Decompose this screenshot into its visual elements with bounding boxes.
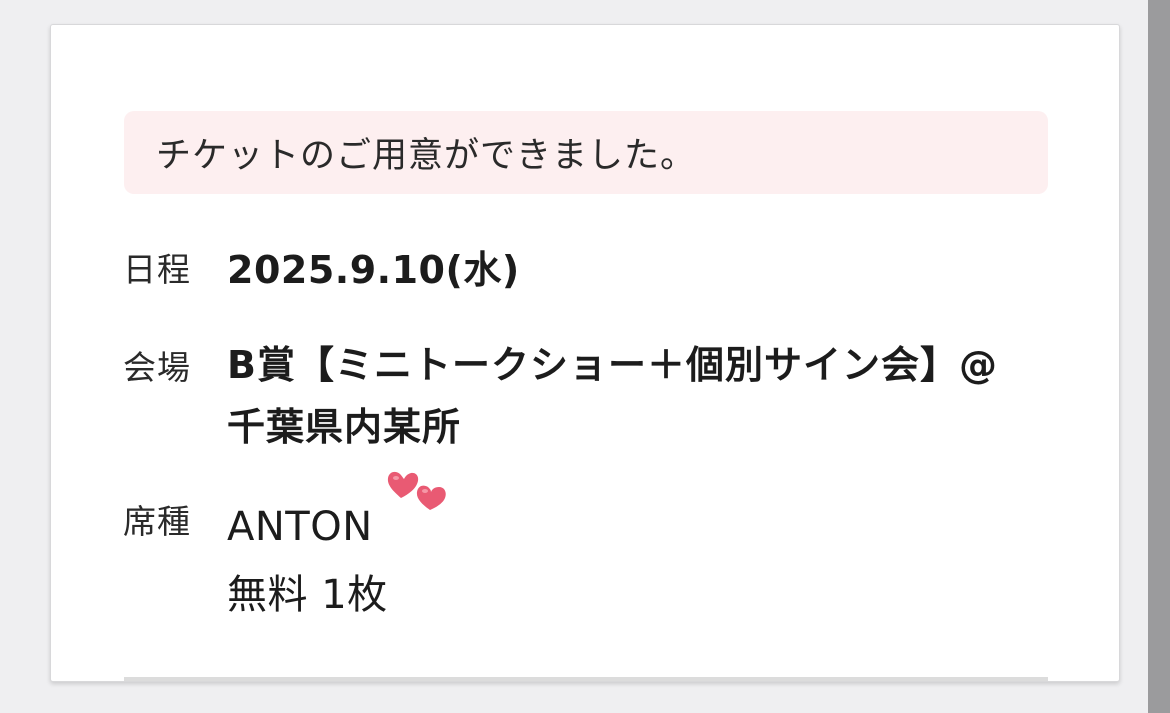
date-value: 2025.9.10(水)	[227, 248, 520, 292]
seat-type-label: 席種	[123, 502, 191, 541]
seat-name: ANTON	[227, 504, 373, 550]
venue-value: B賞【ミニトークショー＋個別サイン会】@千葉県内某所	[227, 343, 998, 449]
seat-type-value: ANTON 無料 1枚	[227, 493, 388, 629]
scroll-edge	[1148, 0, 1170, 713]
two-hearts-icon	[387, 471, 446, 510]
notice-message: チケットのご用意ができました。	[156, 136, 697, 176]
ticket-ready-notice: チケットのご用意ができました。	[124, 111, 1048, 194]
venue-label: 会場	[123, 348, 191, 387]
bottom-divider	[124, 677, 1048, 681]
date-label: 日程	[123, 250, 191, 289]
ticket-card: チケットのご用意ができました。 日程 2025.9.10(水) 会場 B賞【ミニ…	[50, 24, 1120, 682]
seat-price-quantity: 無料 1枚	[227, 572, 388, 618]
